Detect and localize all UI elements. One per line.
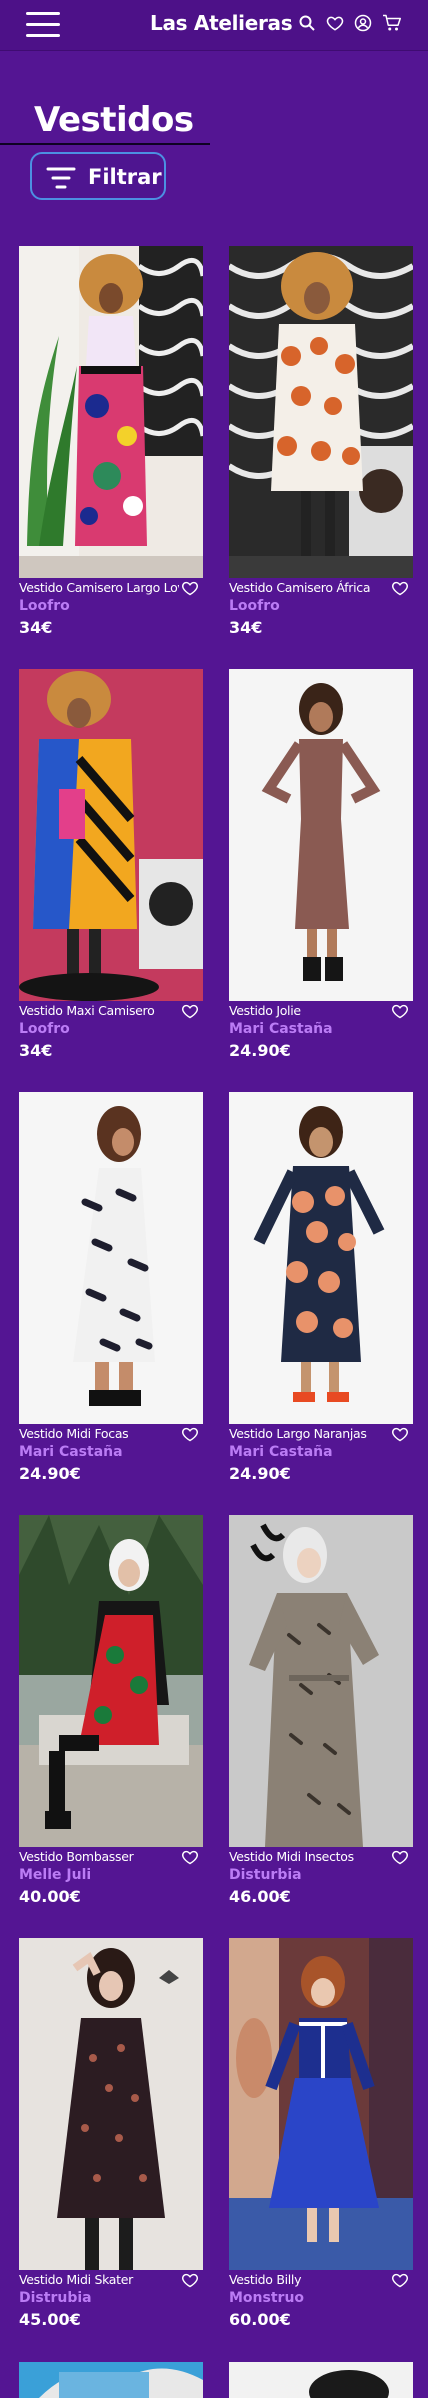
heart-icon[interactable] xyxy=(326,14,346,34)
product-brand[interactable]: Loofro xyxy=(19,1021,70,1037)
product-brand[interactable]: Mari Castaña xyxy=(229,1444,333,1460)
product-image[interactable] xyxy=(19,2362,203,2398)
product-name[interactable]: Vestido Largo Naranjas xyxy=(229,1426,389,1441)
product-name[interactable]: Vestido Camisero Largo Love xyxy=(19,580,179,595)
title-underline xyxy=(0,143,210,145)
cart-icon[interactable] xyxy=(382,14,402,34)
heart-icon[interactable] xyxy=(181,1003,199,1023)
product-brand[interactable]: Mari Castaña xyxy=(229,1021,333,1037)
filter-icon xyxy=(46,167,76,189)
product-price: 24.90€ xyxy=(19,1464,81,1483)
heart-icon[interactable] xyxy=(181,1849,199,1869)
product-brand[interactable]: Monstruo xyxy=(229,2290,304,2306)
product-name[interactable]: Vestido Midi Focas xyxy=(19,1426,179,1441)
filter-button[interactable]: Filtrar xyxy=(30,152,166,200)
product-name[interactable]: Vestido Midi Insectos xyxy=(229,1849,389,1864)
heart-icon[interactable] xyxy=(391,1849,409,1869)
product-image[interactable] xyxy=(229,1092,413,1424)
product-image[interactable] xyxy=(19,669,203,1001)
heart-icon[interactable] xyxy=(181,1426,199,1446)
product-brand[interactable]: Mari Castaña xyxy=(19,1444,123,1460)
product-price: 46.00€ xyxy=(229,1887,291,1906)
product-name[interactable]: Vestido Midi Skater xyxy=(19,2272,179,2287)
top-bar: Las Atelieras xyxy=(0,0,428,51)
heart-icon[interactable] xyxy=(391,1003,409,1023)
product-price: 34€ xyxy=(19,618,53,637)
product-price: 60.00€ xyxy=(229,2310,291,2329)
heart-icon[interactable] xyxy=(181,2272,199,2292)
search-icon[interactable] xyxy=(298,14,318,34)
heart-icon[interactable] xyxy=(391,2272,409,2292)
product-brand[interactable]: Loofro xyxy=(229,598,280,614)
product-price: 24.90€ xyxy=(229,1464,291,1483)
product-brand[interactable]: Distrubia xyxy=(19,2290,92,2306)
product-image[interactable] xyxy=(19,246,203,578)
product-name[interactable]: Vestido Jolie xyxy=(229,1003,389,1018)
product-price: 34€ xyxy=(229,618,263,637)
product-image[interactable] xyxy=(229,1515,413,1847)
product-name[interactable]: Vestido Camisero África xyxy=(229,580,389,595)
product-name[interactable]: Vestido Maxi Camisero xyxy=(19,1003,179,1018)
product-price: 45.00€ xyxy=(19,2310,81,2329)
product-price: 24.90€ xyxy=(229,1041,291,1060)
product-name[interactable]: Vestido Bombasser xyxy=(19,1849,179,1864)
brand-logo[interactable]: Las Atelieras xyxy=(150,11,293,35)
product-brand[interactable]: Melle Juli xyxy=(19,1867,91,1883)
product-price: 40.00€ xyxy=(19,1887,81,1906)
heart-icon[interactable] xyxy=(391,1426,409,1446)
product-brand[interactable]: Disturbia xyxy=(229,1867,302,1883)
product-name[interactable]: Vestido Billy xyxy=(229,2272,389,2287)
user-icon[interactable] xyxy=(354,14,374,34)
heart-icon[interactable] xyxy=(181,580,199,600)
product-image[interactable] xyxy=(19,1515,203,1847)
product-image[interactable] xyxy=(19,1938,203,2270)
product-image[interactable] xyxy=(229,246,413,578)
heart-icon[interactable] xyxy=(391,580,409,600)
page-title: Vestidos xyxy=(34,100,194,140)
product-image[interactable] xyxy=(19,1092,203,1424)
filter-label: Filtrar xyxy=(88,165,162,189)
product-price: 34€ xyxy=(19,1041,53,1060)
menu-icon[interactable] xyxy=(26,12,60,38)
product-image[interactable] xyxy=(229,1938,413,2270)
product-brand[interactable]: Loofro xyxy=(19,598,70,614)
product-image[interactable] xyxy=(229,2362,413,2398)
product-image[interactable] xyxy=(229,669,413,1001)
